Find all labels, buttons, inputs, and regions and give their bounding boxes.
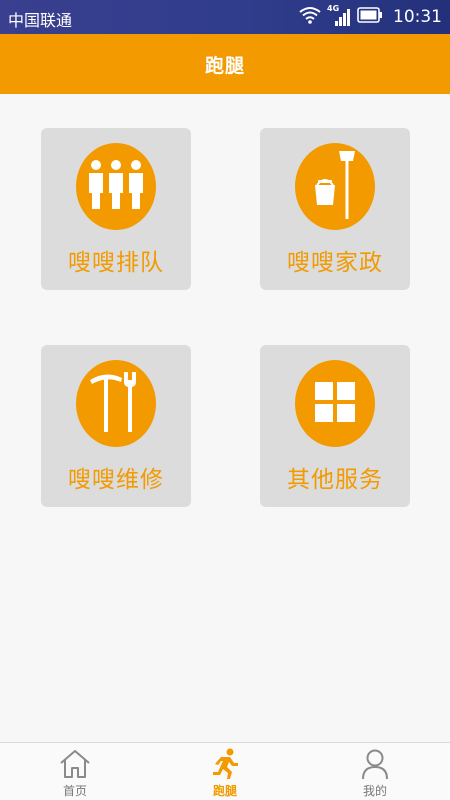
page-title: 跑腿 (204, 54, 245, 77)
battery-icon (357, 7, 383, 27)
service-label: 嗖嗖家政 (287, 250, 383, 276)
service-icon-circle (295, 360, 375, 447)
tab-errands[interactable]: 跑腿 (150, 743, 300, 800)
running-icon (210, 747, 240, 781)
bottom-tab-bar: 首页 跑腿 我的 (0, 742, 450, 800)
tab-label: 我的 (362, 784, 387, 798)
title-bar: 跑腿 (0, 34, 450, 94)
service-tile-queue[interactable]: 嗖嗖排队 (41, 128, 191, 290)
service-label: 嗖嗖维修 (68, 467, 164, 493)
grid-icon (315, 381, 355, 426)
status-bar: 中国联通 4G 10:31 (0, 0, 450, 34)
tab-mine[interactable]: 我的 (300, 743, 450, 800)
service-tile-housekeeping[interactable]: 嗖嗖家政 (260, 128, 410, 290)
user-icon (360, 747, 390, 781)
service-tile-other[interactable]: 其他服务 (260, 345, 410, 507)
tab-home[interactable]: 首页 (0, 743, 150, 800)
service-icon-circle (76, 360, 156, 447)
service-label: 嗖嗖排队 (68, 250, 164, 276)
home-icon (58, 747, 92, 781)
status-icons: 4G 10:31 (299, 0, 442, 34)
pickaxe-wrench-icon (88, 370, 144, 438)
service-grid: 嗖嗖排队 嗖嗖家政 嗖嗖维修 其他服务 (0, 94, 450, 742)
tab-label: 跑腿 (212, 784, 237, 798)
network-type: 4G (327, 4, 340, 13)
service-label: 其他服务 (287, 467, 383, 493)
service-tile-repair[interactable]: 嗖嗖维修 (41, 345, 191, 507)
service-icon-circle (76, 143, 156, 230)
wifi-icon (299, 6, 321, 28)
tab-label: 首页 (62, 784, 87, 798)
clock: 10:31 (393, 7, 442, 27)
service-icon-circle (295, 143, 375, 230)
people-queue-icon (85, 159, 147, 215)
signal-icon: 4G (327, 4, 351, 28)
carrier-name: 中国联通 (8, 11, 73, 30)
broom-bucket-icon (309, 149, 361, 225)
